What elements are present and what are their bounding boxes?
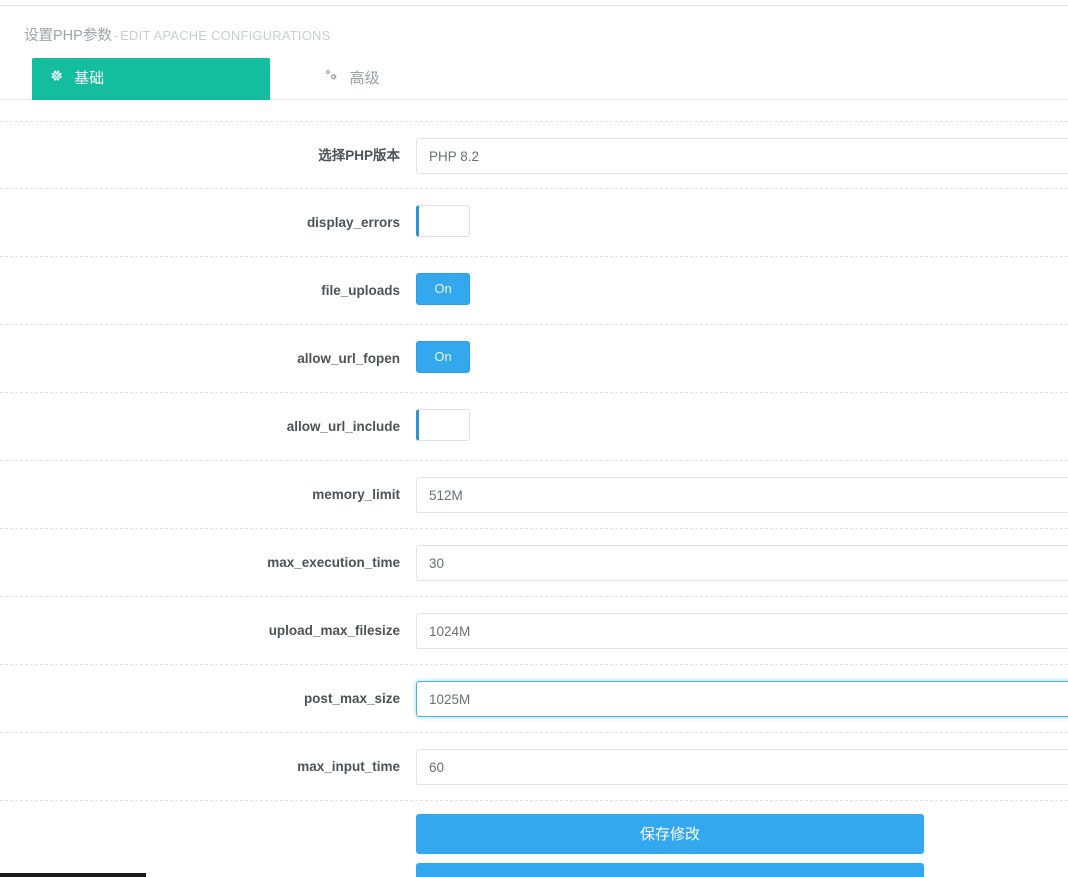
field-label-memory-limit: memory_limit (312, 487, 400, 503)
allow-url-fopen-toggle[interactable]: On (416, 341, 470, 374)
page-title-en: EDIT APACHE CONFIGURATIONS (120, 28, 331, 43)
field-file-uploads: On (416, 273, 470, 306)
field-label-allow-url-include: allow_url_include (286, 419, 400, 435)
upload-max-filesize-input[interactable] (416, 613, 1068, 650)
field-display-errors: Off (416, 205, 470, 238)
field-allow-url-fopen: On (416, 341, 470, 374)
form-row: memory_limit (0, 461, 1068, 530)
tab-basic-label: 基础 (74, 70, 105, 88)
post-max-size-input[interactable] (416, 681, 1068, 718)
field-post-max-size (416, 681, 1068, 718)
page-title-cn: 设置PHP参数 (24, 28, 112, 44)
field-php-version (416, 138, 1068, 175)
field-label-display-errors: display_errors (306, 215, 400, 231)
max-input-time-input[interactable] (416, 749, 1068, 786)
field-allow-url-include: Off (416, 409, 470, 442)
field-memory-limit (416, 477, 1068, 514)
field-label-max-input-time: max_input_time (297, 759, 400, 775)
allow-url-fopen-toggle-label: On (434, 349, 452, 365)
form-row: file_uploads On (0, 257, 1068, 326)
allow-url-include-toggle[interactable]: Off (416, 409, 470, 442)
form-row: upload_max_filesize (0, 597, 1068, 666)
field-label-php-version: 选择PHP版本 (318, 148, 400, 164)
field-upload-max-filesize (416, 613, 1068, 650)
cogs-icon (324, 57, 338, 99)
php-version-input[interactable] (416, 138, 1068, 175)
php-settings-page: 设置PHP参数-EDIT APACHE CONFIGURATIONS 基础 (0, 0, 1068, 877)
display-errors-toggle[interactable]: Off (416, 205, 470, 238)
field-max-execution-time (416, 545, 1068, 582)
tab-bar: 基础 高级 (0, 57, 1068, 101)
tab-advanced-label: 高级 (349, 70, 380, 88)
bottom-status-strip (0, 873, 146, 877)
save-button[interactable]: 保存修改 (416, 814, 924, 855)
max-execution-time-input[interactable] (416, 545, 1068, 582)
gear-icon (50, 57, 63, 99)
php-settings-form: 选择PHP版本 display_errors Off file_uploads (0, 121, 1068, 877)
form-row: max_execution_time (0, 529, 1068, 598)
form-row: 选择PHP版本 (0, 121, 1068, 190)
field-max-input-time (416, 749, 1068, 786)
tab-advanced[interactable]: 高级 (306, 58, 397, 100)
field-label-file-uploads: file_uploads (321, 283, 400, 299)
form-row: allow_url_include Off (0, 393, 1068, 462)
form-actions: 保存修改 (0, 801, 1068, 877)
field-label-post-max-size: post_max_size (303, 691, 400, 707)
memory-limit-input[interactable] (416, 477, 1068, 514)
file-uploads-toggle-label: On (434, 281, 452, 297)
form-row: allow_url_fopen On (0, 325, 1068, 394)
page-title-separator: - (113, 28, 119, 43)
file-uploads-toggle[interactable]: On (416, 273, 470, 306)
secondary-action-button[interactable] (416, 863, 924, 877)
form-row: post_max_size (0, 665, 1068, 734)
form-row: display_errors Off (0, 189, 1068, 258)
field-label-allow-url-fopen: allow_url_fopen (297, 351, 400, 367)
page-title: 设置PHP参数 - EDIT APACHE CONFIGURATIONS (0, 6, 1068, 45)
tab-basic[interactable]: 基础 (32, 57, 270, 101)
field-label-max-execution-time: max_execution_time (267, 555, 400, 571)
field-label-upload-max-filesize: upload_max_filesize (268, 623, 400, 639)
page-content: 设置PHP参数-EDIT APACHE CONFIGURATIONS 基础 (0, 6, 1068, 877)
form-row: max_input_time (0, 733, 1068, 802)
